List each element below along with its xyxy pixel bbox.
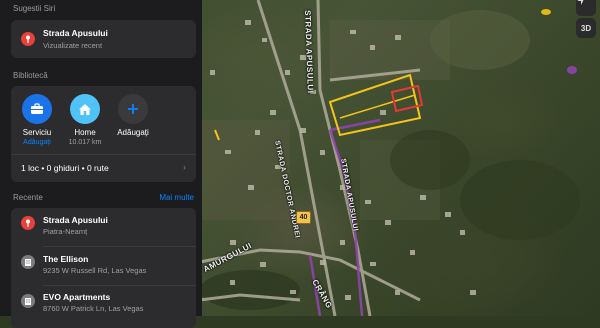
compass-button[interactable]	[576, 0, 596, 16]
briefcase-icon	[31, 103, 43, 114]
road-number-badge: 40	[296, 211, 311, 224]
location-arrow-icon	[577, 0, 584, 5]
recent-item-title: The Ellison	[43, 254, 89, 264]
house-icon	[79, 103, 91, 115]
favorite-home-button[interactable]	[70, 94, 100, 124]
recent-item-subtitle: Piatra-Neamț	[43, 227, 88, 236]
chevron-right-icon: ›	[183, 162, 186, 172]
recent-item[interactable]: EVO Apartments 8760 W Patrick Ln, Las Ve…	[11, 286, 196, 326]
recents-card: Strada Apusului Piatra-Neamț The Ellison…	[11, 208, 196, 328]
recent-item-subtitle: 8760 W Patrick Ln, Las Vegas	[43, 304, 144, 313]
toggle-3d-button[interactable]: 3D	[576, 18, 596, 38]
library-summary: 1 loc • 0 ghiduri • 0 rute	[21, 163, 109, 173]
plus-icon	[128, 104, 138, 114]
building-icon	[21, 255, 35, 269]
favorite-work-sub[interactable]: Adăugați	[12, 139, 62, 146]
siri-suggestion-subtitle: Vizualizate recent	[43, 41, 103, 50]
library-header: Bibliotecă	[13, 71, 48, 80]
add-favorite-label: Adăugați	[117, 128, 149, 137]
favorite-home-distance: 10.017 km	[68, 139, 102, 146]
favorite-work-label: Serviciu	[22, 128, 52, 137]
recent-item-title: Strada Apusului	[43, 215, 108, 225]
toggle-3d-label: 3D	[580, 23, 592, 33]
add-favorite-button[interactable]	[118, 94, 148, 124]
recent-item[interactable]: Strada Apusului Piatra-Neamț	[11, 208, 196, 248]
recent-item-title: EVO Apartments	[43, 292, 111, 302]
recents-header: Recente	[13, 193, 43, 202]
favorite-work-button[interactable]	[22, 94, 52, 124]
building-icon	[21, 294, 35, 308]
favorite-home-label: Home	[74, 128, 96, 137]
siri-suggestion-title: Strada Apusului	[43, 28, 108, 38]
recent-item-subtitle: 9235 W Russell Rd, Las Vegas	[43, 266, 147, 275]
siri-suggestion-item[interactable]: Strada Apusului Vizualizate recent	[11, 20, 196, 58]
recent-item[interactable]: The Ellison 9235 W Russell Rd, Las Vegas	[11, 247, 196, 287]
pin-icon	[21, 32, 35, 46]
siri-suggestions-header: Sugestii Siri	[13, 4, 56, 13]
library-summary-row[interactable]: 1 loc • 0 ghiduri • 0 rute ›	[11, 155, 196, 182]
more-recents-link[interactable]: Mai multe	[159, 193, 194, 202]
library-card: Serviciu Adăugați Home 10.017 km Adăugaț…	[11, 86, 196, 182]
sidebar: Sugestii Siri Strada Apusului Vizualizat…	[0, 0, 202, 328]
pin-icon	[21, 216, 35, 230]
